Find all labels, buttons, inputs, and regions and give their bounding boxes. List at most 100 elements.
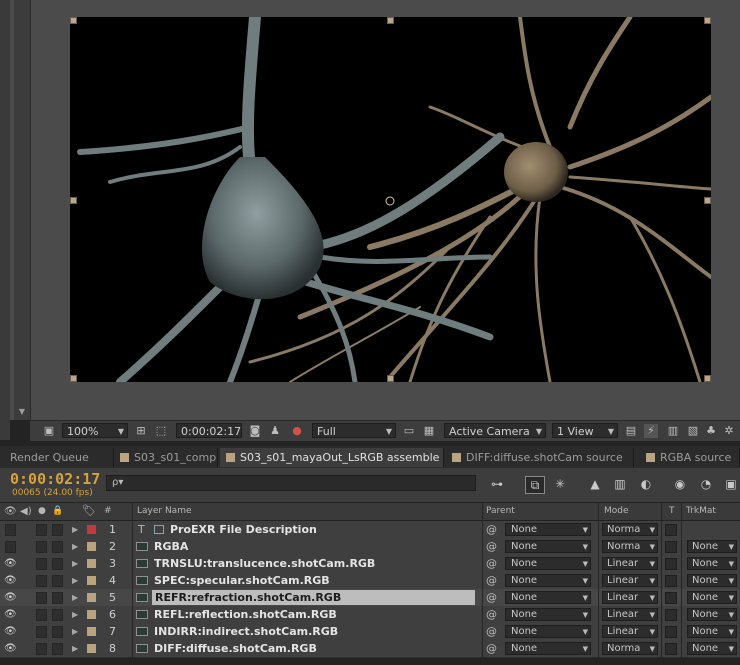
layer-row[interactable]: ▶ 1 T ProEXR File Description @ None ▼ Norma ▼ bbox=[0, 521, 740, 539]
label-color-swatch[interactable] bbox=[87, 542, 96, 551]
transform-handle[interactable] bbox=[70, 375, 77, 382]
layer-row[interactable]: ▶ 2 RGBA @ None ▼ Norma ▼ None ▼ bbox=[0, 538, 740, 556]
lock-toggle[interactable] bbox=[52, 575, 63, 587]
label-color-swatch[interactable] bbox=[87, 576, 96, 585]
zoom-dropdown[interactable]: 100% ▼ bbox=[62, 423, 128, 438]
layer-name[interactable]: ProEXR File Description bbox=[170, 521, 317, 538]
expand-triangle-icon[interactable]: ▶ bbox=[72, 572, 78, 589]
solo-toggle[interactable] bbox=[36, 558, 47, 570]
pick-whip-icon[interactable]: @ bbox=[486, 606, 497, 623]
lock-toggle[interactable] bbox=[52, 626, 63, 638]
visibility-toggle[interactable] bbox=[5, 524, 16, 536]
solo-toggle[interactable] bbox=[36, 609, 47, 621]
stopwatch-icon[interactable]: ◔ bbox=[697, 476, 715, 492]
transform-handle[interactable] bbox=[387, 17, 394, 24]
pick-whip-icon[interactable]: @ bbox=[486, 589, 497, 606]
label-color-swatch[interactable] bbox=[87, 627, 96, 636]
current-time-display[interactable]: 0:00:02:17 bbox=[10, 470, 100, 488]
track-matte-dropdown[interactable]: None ▼ bbox=[687, 591, 737, 604]
label-tag-icon[interactable]: 🏷 bbox=[82, 504, 96, 517]
graph-editor-icon[interactable]: ◉ bbox=[671, 476, 689, 492]
track-matte-dropdown[interactable]: None ▼ bbox=[687, 625, 737, 638]
layer-name[interactable]: RGBA bbox=[154, 538, 188, 555]
channel-rgb-icon[interactable]: ● bbox=[290, 424, 304, 438]
tab-render-queue[interactable]: Render Queue bbox=[4, 448, 114, 467]
expand-triangle-icon[interactable]: ▶ bbox=[72, 640, 78, 657]
blend-mode-dropdown[interactable]: Linear ▼ bbox=[602, 625, 658, 638]
motion-blur-icon[interactable]: ◐ bbox=[637, 476, 655, 492]
label-color-swatch[interactable] bbox=[87, 559, 96, 568]
preserve-transparency-toggle[interactable] bbox=[665, 541, 677, 553]
visibility-toggle[interactable] bbox=[5, 541, 16, 553]
solo-toggle[interactable] bbox=[36, 541, 47, 553]
lock-toggle[interactable] bbox=[52, 592, 63, 604]
visibility-eye-icon[interactable]: 👁 bbox=[4, 555, 17, 572]
transform-handle[interactable] bbox=[704, 197, 711, 204]
flowchart-icon[interactable]: ♣ bbox=[704, 424, 718, 438]
resolution-dropdown[interactable]: Full ▼ bbox=[312, 423, 396, 438]
transform-handle[interactable] bbox=[70, 17, 77, 24]
blend-mode-dropdown[interactable]: Norma ▼ bbox=[602, 540, 658, 553]
audio-icon[interactable]: ◀) bbox=[20, 506, 32, 517]
parent-dropdown[interactable]: None ▼ bbox=[505, 574, 591, 587]
solo-toggle[interactable] bbox=[36, 643, 47, 655]
preserve-transparency-toggle[interactable] bbox=[665, 558, 677, 570]
visibility-eye-icon[interactable]: 👁 bbox=[4, 606, 17, 623]
pick-whip-icon[interactable]: @ bbox=[486, 640, 497, 657]
tab-s03-s01-mayaout-assemble[interactable]: S03_s01_mayaOut_LsRGB assemble× bbox=[220, 448, 444, 467]
solo-icon[interactable]: ● bbox=[38, 506, 46, 516]
pick-whip-icon[interactable]: @ bbox=[486, 623, 497, 640]
comp-mini-flowchart-icon[interactable]: ⊶ bbox=[488, 476, 506, 492]
blend-mode-dropdown[interactable]: Norma ▼ bbox=[602, 642, 658, 655]
camera-dropdown[interactable]: Active Camera ▼ bbox=[444, 423, 546, 438]
pick-whip-icon[interactable]: @ bbox=[486, 555, 497, 572]
lock-toggle[interactable] bbox=[52, 541, 63, 553]
layer-row[interactable]: 👁 ▶ 7 INDIRR:indirect.shotCam.RGB @ None ▼ Line… bbox=[0, 623, 740, 641]
fast-previews-icon[interactable]: ▭ bbox=[402, 424, 416, 438]
parent-dropdown[interactable]: None ▼ bbox=[505, 625, 591, 638]
draft-3d-icon[interactable]: ✳ bbox=[551, 476, 569, 492]
col-t[interactable]: T bbox=[669, 506, 675, 516]
parent-dropdown[interactable]: None ▼ bbox=[505, 608, 591, 621]
lock-toggle[interactable] bbox=[52, 558, 63, 570]
preserve-transparency-toggle[interactable] bbox=[665, 524, 677, 536]
parent-dropdown[interactable]: None ▼ bbox=[505, 540, 591, 553]
expand-triangle-icon[interactable]: ▶ bbox=[72, 606, 78, 623]
region-of-interest-icon[interactable]: ⊞ bbox=[134, 424, 148, 438]
col-trkmat[interactable]: TrkMat bbox=[686, 506, 716, 516]
layer-name[interactable]: SPEC:specular.shotCam.RGB bbox=[154, 572, 330, 589]
col-parent[interactable]: Parent bbox=[486, 506, 515, 516]
track-matte-dropdown[interactable]: None ▼ bbox=[687, 642, 737, 655]
visibility-eye-icon[interactable]: 👁 bbox=[4, 572, 17, 589]
visibility-eye-icon[interactable]: 👁 bbox=[4, 589, 17, 606]
expand-triangle-icon[interactable]: ▶ bbox=[72, 521, 78, 538]
preserve-transparency-toggle[interactable] bbox=[665, 592, 677, 604]
preserve-transparency-toggle[interactable] bbox=[665, 626, 677, 638]
solo-toggle[interactable] bbox=[36, 524, 47, 536]
layer-name[interactable]: DIFF:diffuse.shotCam.RGB bbox=[154, 640, 317, 657]
show-snapshot-icon[interactable]: ♟ bbox=[268, 424, 282, 438]
label-color-swatch[interactable] bbox=[87, 525, 96, 534]
preserve-transparency-toggle[interactable] bbox=[665, 643, 677, 655]
track-matte-dropdown[interactable]: None ▼ bbox=[687, 608, 737, 621]
toggle-pixel-aspect-icon[interactable]: ▤ bbox=[624, 424, 638, 438]
pick-whip-icon[interactable]: @ bbox=[486, 572, 497, 589]
checkerboard-icon[interactable]: ▦ bbox=[422, 424, 436, 438]
fast-render-icon[interactable]: ⚡ bbox=[644, 424, 658, 438]
pick-whip-icon[interactable]: @ bbox=[486, 521, 497, 538]
visibility-eye-icon[interactable]: 👁 bbox=[4, 623, 17, 640]
tab-diff-diffuse-source[interactable]: DIFF:diffuse.shotCam source bbox=[446, 448, 634, 467]
parent-dropdown[interactable]: None ▼ bbox=[505, 523, 591, 536]
tab-s03-s01-comp[interactable]: S03_s01_comp bbox=[114, 448, 218, 467]
blend-mode-dropdown[interactable]: Linear ▼ bbox=[602, 608, 658, 621]
col-mode[interactable]: Mode bbox=[604, 506, 629, 516]
lock-toggle[interactable] bbox=[52, 609, 63, 621]
visibility-eye-icon[interactable]: 👁 bbox=[4, 640, 17, 657]
transform-handle[interactable] bbox=[704, 17, 711, 24]
hide-shy-layers-icon[interactable]: ▲ bbox=[586, 476, 604, 492]
layer-name[interactable]: TRNSLU:translucence.shotCam.RGB bbox=[154, 555, 375, 572]
scroll-down-arrow-icon[interactable]: ▼ bbox=[14, 405, 30, 419]
blend-mode-dropdown[interactable]: Linear ▼ bbox=[602, 557, 658, 570]
preserve-transparency-toggle[interactable] bbox=[665, 575, 677, 587]
layer-row[interactable]: 👁 ▶ 5 REFR:refraction.shotCam.RGB @ None ▼ Line… bbox=[0, 589, 740, 607]
